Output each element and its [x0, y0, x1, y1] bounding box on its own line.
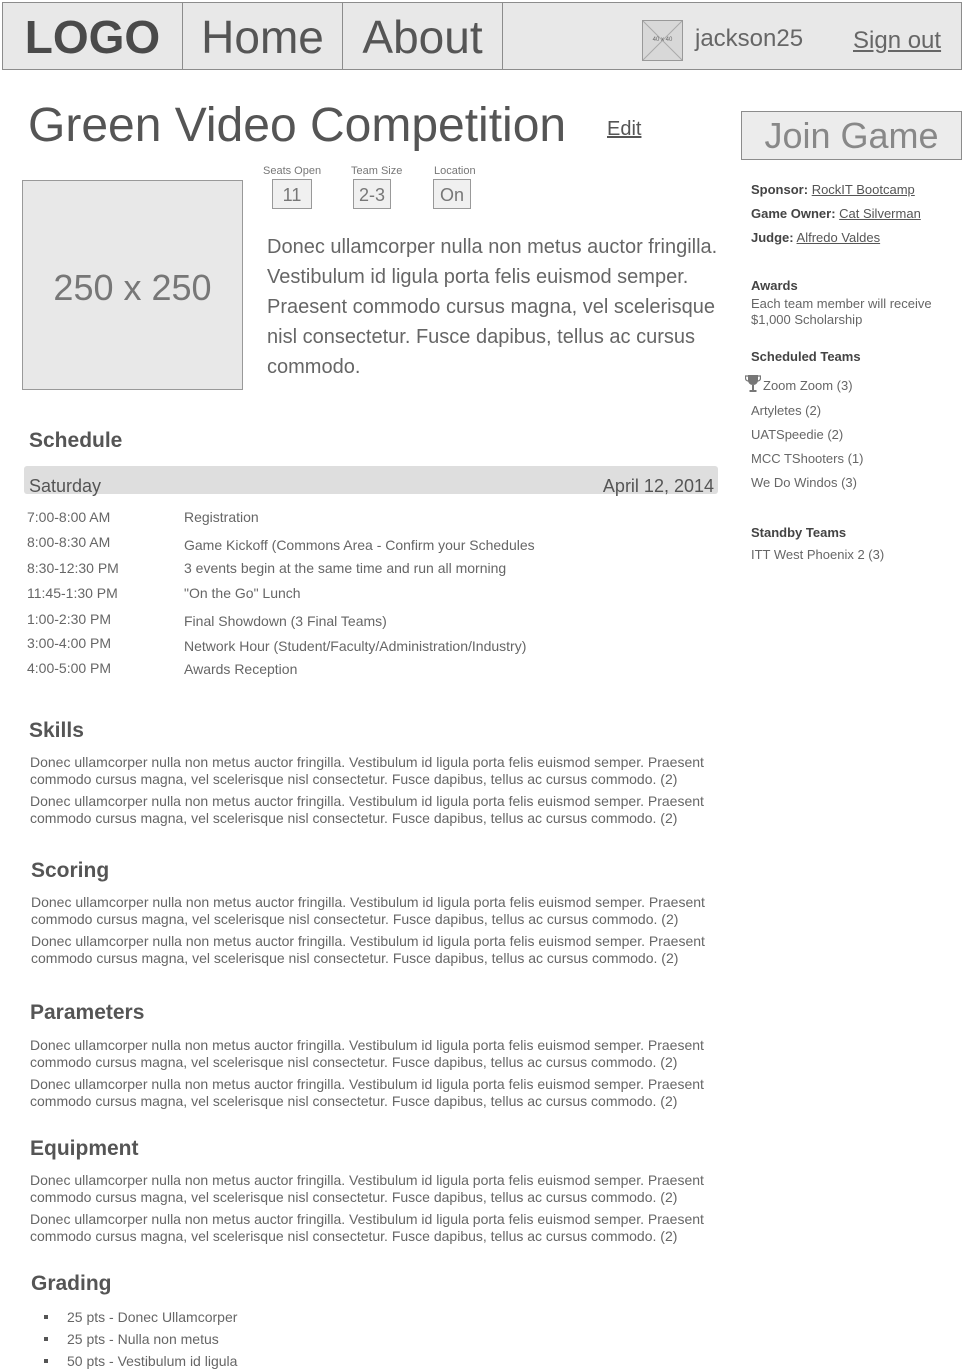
- awards-heading: Awards: [751, 278, 798, 293]
- avatar[interactable]: 40 x 40: [642, 20, 683, 61]
- schedule-event: Awards Reception: [184, 661, 298, 677]
- standby-teams-heading: Standby Teams: [751, 525, 847, 540]
- schedule-time: 8:30-12:30 PM: [27, 560, 119, 576]
- parameters-paragraph: Donec ullamcorper nulla non metus auctor…: [30, 1037, 704, 1070]
- nav-home-link[interactable]: Home: [183, 3, 343, 69]
- equipment-paragraph: Donec ullamcorper nulla non metus auctor…: [30, 1172, 704, 1205]
- image-size-label: 250 x 250: [53, 267, 212, 308]
- team-size-label: Team Size: [351, 165, 403, 177]
- schedule-event: "On the Go" Lunch: [184, 585, 301, 601]
- scheduled-team-item[interactable]: We Do Windos (3): [751, 475, 857, 490]
- schedule-event: Final Showdown (3 Final Teams): [184, 613, 387, 629]
- scheduled-team-item[interactable]: MCC TShooters (1): [751, 451, 863, 466]
- scheduled-team-item[interactable]: Artyletes (2): [751, 403, 821, 418]
- location-label: Location: [434, 165, 476, 177]
- scoring-paragraph: Donec ullamcorper nulla non metus auctor…: [31, 933, 705, 966]
- page-title: Green Video Competition: [28, 99, 567, 152]
- equipment-paragraph: Donec ullamcorper nulla non metus auctor…: [30, 1211, 704, 1244]
- judge-label: Judge:: [751, 230, 794, 245]
- schedule-time: 1:00-2:30 PM: [27, 611, 112, 627]
- schedule-time: 8:00-8:30 AM: [27, 534, 111, 550]
- sponsor-label: Sponsor:: [751, 182, 809, 197]
- grading-heading: Grading: [31, 1272, 112, 1295]
- schedule-event: Game Kickoff (Commons Area - Confirm you…: [184, 537, 535, 553]
- game-owner-link[interactable]: Cat Silverman: [839, 206, 921, 221]
- schedule-event: Network Hour (Student/Faculty/Administra…: [184, 638, 527, 654]
- scheduled-team-item[interactable]: Zoom Zoom (3): [763, 378, 853, 393]
- trophy-icon: [745, 375, 761, 392]
- seats-open-label: Seats Open: [263, 165, 322, 177]
- skills-paragraph: Donec ullamcorper nulla non metus auctor…: [30, 793, 704, 826]
- location-value: On: [433, 179, 471, 209]
- game-description: Donec ullamcorper nulla non metus auctor…: [267, 236, 718, 378]
- nav-about-link[interactable]: About: [343, 3, 503, 69]
- parameters-heading: Parameters: [30, 1001, 145, 1024]
- grading-list: 25 pts - Donec Ullamcorper 25 pts - Null…: [44, 1306, 237, 1372]
- schedule-time: 11:45-1:30 PM: [27, 585, 118, 601]
- sponsor-line: Sponsor: RockIT Bootcamp: [751, 182, 915, 197]
- username[interactable]: jackson25: [695, 25, 803, 53]
- logo[interactable]: LOGO: [3, 3, 183, 69]
- equipment-heading: Equipment: [30, 1137, 139, 1160]
- standby-team-item[interactable]: ITT West Phoenix 2 (3): [751, 547, 884, 562]
- game-image-placeholder: 250 x 250: [22, 180, 243, 390]
- seats-open-value: 11: [272, 179, 312, 209]
- schedule-date: April 12, 2014: [602, 476, 714, 496]
- schedule-event: 3 events begin at the same time and run …: [184, 560, 507, 576]
- top-navbar: LOGO Home About 40 x 40 jackson25 Sign o…: [2, 2, 962, 70]
- grading-item: 50 pts - Vestibulum id ligula: [44, 1350, 237, 1372]
- team-size-value: 2-3: [353, 179, 391, 209]
- schedule-time: 7:00-8:00 AM: [27, 509, 111, 525]
- game-owner-label: Game Owner:: [751, 206, 836, 221]
- join-game-button[interactable]: Join Game: [741, 111, 962, 160]
- sponsor-link[interactable]: RockIT Bootcamp: [812, 182, 915, 197]
- scoring-heading: Scoring: [31, 859, 110, 882]
- awards-text-2: $1,000 Scholarship: [751, 312, 863, 327]
- judge-link[interactable]: Alfredo Valdes: [797, 230, 881, 245]
- scheduled-teams-heading: Scheduled Teams: [751, 349, 861, 364]
- schedule-time: 4:00-5:00 PM: [27, 660, 112, 676]
- skills-paragraph: Donec ullamcorper nulla non metus auctor…: [30, 754, 704, 787]
- parameters-paragraph: Donec ullamcorper nulla non metus auctor…: [30, 1076, 704, 1109]
- schedule-time: 3:00-4:00 PM: [27, 635, 112, 651]
- grading-item: 25 pts - Donec Ullamcorper: [44, 1306, 237, 1328]
- grading-item: 25 pts - Nulla non metus: [44, 1328, 237, 1350]
- avatar-size-label: 40 x 40: [652, 37, 673, 43]
- schedule-heading: Schedule: [29, 429, 123, 452]
- edit-link[interactable]: Edit: [607, 118, 641, 141]
- game-owner-line: Game Owner: Cat Silverman: [751, 206, 921, 221]
- scheduled-team-item[interactable]: UATSpeedie (2): [751, 427, 843, 442]
- awards-text-1: Each team member will receive: [751, 296, 932, 311]
- schedule-event: Registration: [184, 509, 259, 525]
- skills-heading: Skills: [29, 719, 84, 742]
- scoring-paragraph: Donec ullamcorper nulla non metus auctor…: [31, 894, 705, 927]
- schedule-day: Saturday: [29, 476, 102, 496]
- judge-line: Judge: Alfredo Valdes: [751, 230, 880, 245]
- sign-out-link[interactable]: Sign out: [853, 27, 941, 55]
